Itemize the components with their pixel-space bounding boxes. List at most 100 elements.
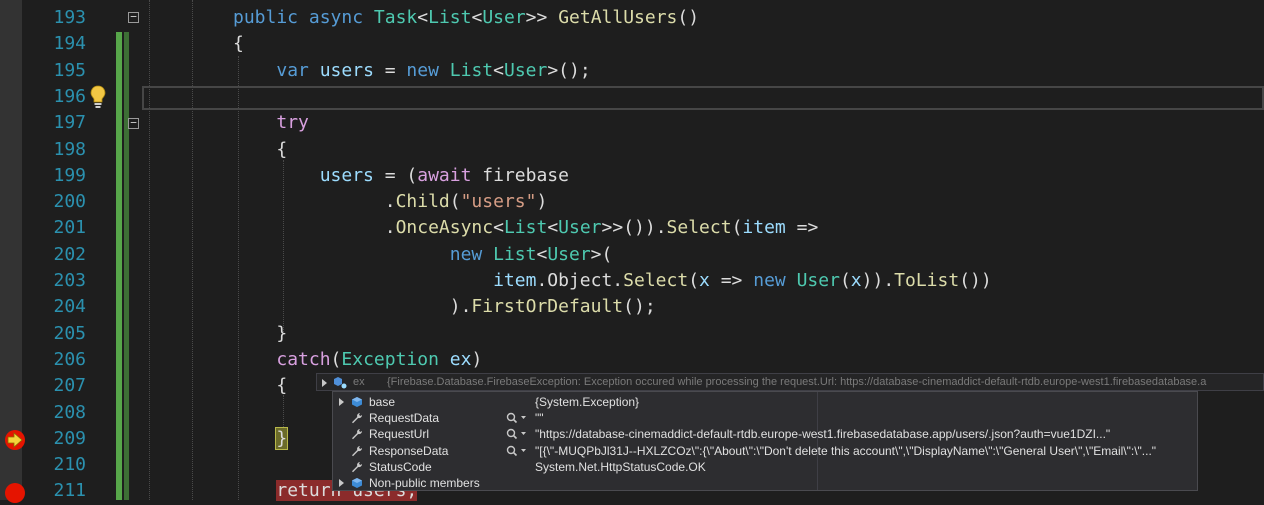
code-text[interactable]: users = (await firebase: [233, 163, 569, 189]
code-line[interactable]: 202 new List<User>(: [0, 242, 1264, 268]
datatip-row[interactable]: base {System.Exception}: [333, 394, 1197, 410]
code-line[interactable]: 204 ).FirstOrDefault();: [0, 294, 1264, 320]
debugger-datatip[interactable]: ex {Firebase.Database.FirebaseException:…: [316, 373, 1264, 491]
code-text[interactable]: }: [233, 321, 287, 347]
datatip-row[interactable]: RequestUrl "https://database-cinemaddict-…: [333, 426, 1197, 442]
code-line[interactable]: 196: [0, 84, 1264, 110]
code-line[interactable]: 203 item.Object.Select(x => new User(x))…: [0, 268, 1264, 294]
code-token: User: [558, 217, 602, 239]
member-value[interactable]: "https://database-cinemaddict-default-rt…: [535, 426, 1110, 442]
code-token: (: [731, 217, 743, 239]
code-token: public: [233, 7, 299, 28]
datatip-row[interactable]: ResponseData "[{\"-MUQPbJl31J--HXLZCOz\":…: [333, 443, 1197, 459]
code-text[interactable]: try: [233, 110, 309, 136]
expander-icon[interactable]: [322, 379, 327, 387]
code-line[interactable]: 195 var users = new List<User>();: [0, 58, 1264, 84]
code-token: >();: [547, 59, 591, 81]
code-text[interactable]: var users = new List<User>();: [233, 58, 591, 84]
code-token: .: [233, 191, 396, 213]
datatip-row[interactable]: Non-public members: [333, 475, 1197, 491]
line-number: 211: [53, 480, 86, 502]
code-token: Exception: [341, 348, 439, 370]
code-token: try: [276, 112, 309, 134]
code-token: FirstOrDefault: [471, 296, 624, 318]
code-token: (: [688, 270, 700, 291]
expander-icon[interactable]: [339, 398, 344, 406]
code-token: (): [677, 7, 700, 28]
code-token: )).: [861, 270, 895, 291]
code-token: {: [233, 138, 288, 160]
datatip-row[interactable]: RequestData "": [333, 410, 1197, 426]
member-value[interactable]: "": [535, 410, 544, 426]
breakpoint-icon[interactable]: [3, 481, 27, 505]
code-token: ToList: [894, 270, 960, 291]
collapse-icon[interactable]: −: [128, 117, 139, 129]
code-text[interactable]: ).FirstOrDefault();: [233, 294, 656, 320]
collapse-icon[interactable]: −: [128, 11, 139, 23]
code-token: <: [536, 243, 548, 265]
text-visualizer-icon[interactable]: [505, 444, 529, 458]
code-text[interactable]: .OnceAsync<List<User>>()).Select(item =>: [233, 215, 819, 241]
line-number: 196: [53, 85, 86, 107]
code-token: new: [753, 270, 786, 291]
code-token: Child: [395, 191, 450, 213]
code-token: (: [330, 348, 342, 370]
code-text[interactable]: public async Task<List<User>> GetAllUser…: [233, 5, 699, 31]
text-visualizer-icon[interactable]: [505, 427, 529, 441]
code-text[interactable]: {: [233, 31, 244, 57]
datatip-header[interactable]: ex {Firebase.Database.FirebaseException:…: [316, 373, 1264, 391]
code-text[interactable]: {: [233, 373, 287, 399]
code-line[interactable]: 197 try: [0, 110, 1264, 136]
code-token: .Object.: [536, 270, 624, 291]
code-line[interactable]: 201 .OnceAsync<List<User>>()).Select(ite…: [0, 215, 1264, 241]
member-value[interactable]: "[{\"-MUQPbJl31J--HXLZCOz\":{\"About\":\…: [535, 443, 1156, 459]
code-token: List: [503, 217, 548, 239]
lightbulb-icon[interactable]: [89, 84, 107, 110]
code-line[interactable]: 205 }: [0, 321, 1264, 347]
line-number: 209: [53, 427, 86, 449]
breakpoint-current-statement-icon[interactable]: [3, 428, 27, 452]
code-token: .: [233, 217, 396, 239]
line-number: 202: [53, 243, 86, 265]
code-line[interactable]: 193 public async Task<List<User>> GetAllU…: [0, 5, 1264, 31]
code-line[interactable]: 198 {: [0, 137, 1264, 163]
line-number: 205: [53, 322, 86, 344]
code-text[interactable]: new List<User>(: [233, 242, 613, 268]
code-line[interactable]: 194 {: [0, 31, 1264, 57]
code-token: var: [276, 59, 309, 81]
line-number: 197: [53, 112, 86, 134]
member-value[interactable]: System.Net.HttpStatusCode.OK: [535, 459, 706, 475]
code-token: }: [233, 322, 288, 344]
code-token: {: [233, 33, 244, 55]
member-name: ResponseData: [369, 443, 449, 458]
code-text[interactable]: catch(Exception ex): [233, 347, 482, 373]
wrench-icon: [352, 429, 363, 440]
code-token: ).: [233, 296, 472, 318]
datatip-members[interactable]: base {System.Exception} RequestData "" Reque…: [332, 391, 1198, 491]
code-line[interactable]: 200 .Child("users"): [0, 189, 1264, 215]
code-token: <: [417, 7, 429, 28]
code-line[interactable]: 199 users = (await firebase: [0, 163, 1264, 189]
code-text[interactable]: }: [233, 426, 289, 452]
line-number: 207: [53, 375, 86, 397]
code-text[interactable]: item.Object.Select(x => new User(x)).ToL…: [233, 268, 992, 294]
expander-icon[interactable]: [339, 479, 344, 487]
code-token: >>: [525, 7, 559, 28]
datatip-row[interactable]: StatusCode System.Net.HttpStatusCode.OK: [333, 459, 1197, 475]
code-token: User: [547, 243, 591, 265]
code-text[interactable]: {: [233, 137, 287, 163]
text-visualizer-icon[interactable]: [505, 411, 529, 425]
line-number: 200: [53, 191, 86, 213]
line-number: 208: [53, 401, 86, 423]
line-number: 203: [53, 270, 86, 291]
code-line[interactable]: 206 catch(Exception ex): [0, 347, 1264, 373]
code-text[interactable]: .Child("users"): [233, 189, 548, 215]
member-value[interactable]: {System.Exception}: [535, 394, 639, 410]
